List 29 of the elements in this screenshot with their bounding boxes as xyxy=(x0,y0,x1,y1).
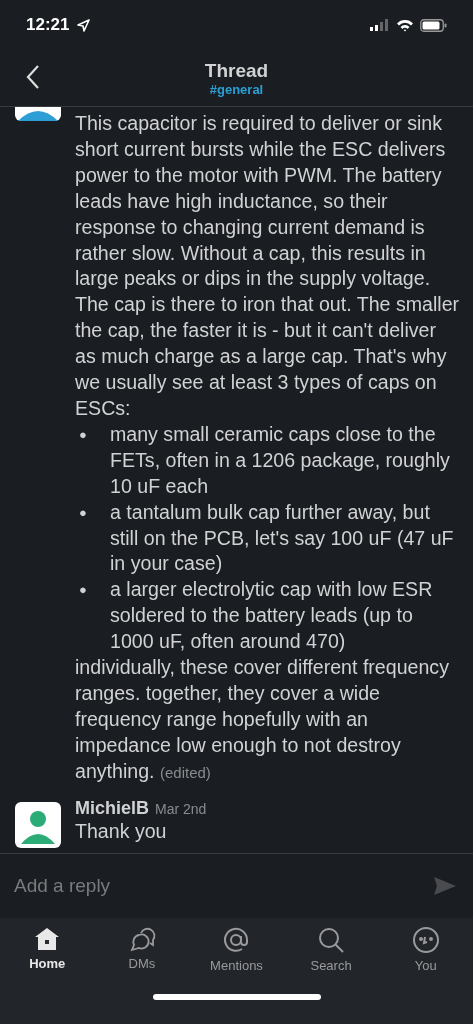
avatar[interactable] xyxy=(15,107,61,121)
avatar[interactable] xyxy=(15,801,61,848)
author-name[interactable]: MichielB xyxy=(75,797,149,819)
tab[interactable]: DMs xyxy=(94,926,190,988)
bullet-text: a tantalum bulk cap further away, but still on the PCB, let's say 100 uF (47 uF in your case) xyxy=(110,499,455,577)
home-icon xyxy=(34,926,61,952)
thread-title: Thread xyxy=(204,59,269,82)
bullet-text: a larger electrolytic cap with low ESR soldered to the battery leads (up to 1000 uF, often around 470) xyxy=(110,577,434,655)
search-icon xyxy=(317,926,346,954)
bullet-mark: ● xyxy=(78,425,88,444)
tab[interactable]: Mentions xyxy=(189,926,284,988)
wifi-icon xyxy=(396,18,414,32)
face-icon xyxy=(411,926,440,954)
tab[interactable]: You xyxy=(378,926,473,988)
message-text: Thank you xyxy=(75,818,168,844)
at-sign-icon xyxy=(222,926,251,954)
reply-field[interactable]: Add a reply xyxy=(14,875,425,897)
message-date: Mar 2nd xyxy=(155,800,207,817)
signal-icon xyxy=(370,19,390,31)
message-text: This capacitor is required to deliver or sink short current bursts while the ESC delivers power to the motor with PWM. The battery leads have high inductance, so their response to changing current demand is rather slow. Without a cap, this results in large peaks or dips in the supply voltage. The cap is there to iron that out. The smaller the cap, the faster it is - but it can't deliver as much charge as a large cap. That's why we usually see at least 3 types of caps on ESCs: xyxy=(75,111,461,421)
channel-link[interactable]: #general xyxy=(209,81,264,97)
message-text: individually, these cover different frequency ranges. together, they cover a wide frequency range hopefully with an impedance low enough to not destroy anything. (edited) xyxy=(75,655,450,784)
tab[interactable]: Search xyxy=(283,926,379,988)
status-time: 12:21 xyxy=(26,15,70,35)
bullet-mark: ● xyxy=(78,581,88,600)
tab[interactable]: Home xyxy=(0,926,95,988)
bullet-mark: ● xyxy=(78,503,88,522)
location-arrow-icon xyxy=(77,18,91,32)
battery-icon xyxy=(420,18,447,32)
